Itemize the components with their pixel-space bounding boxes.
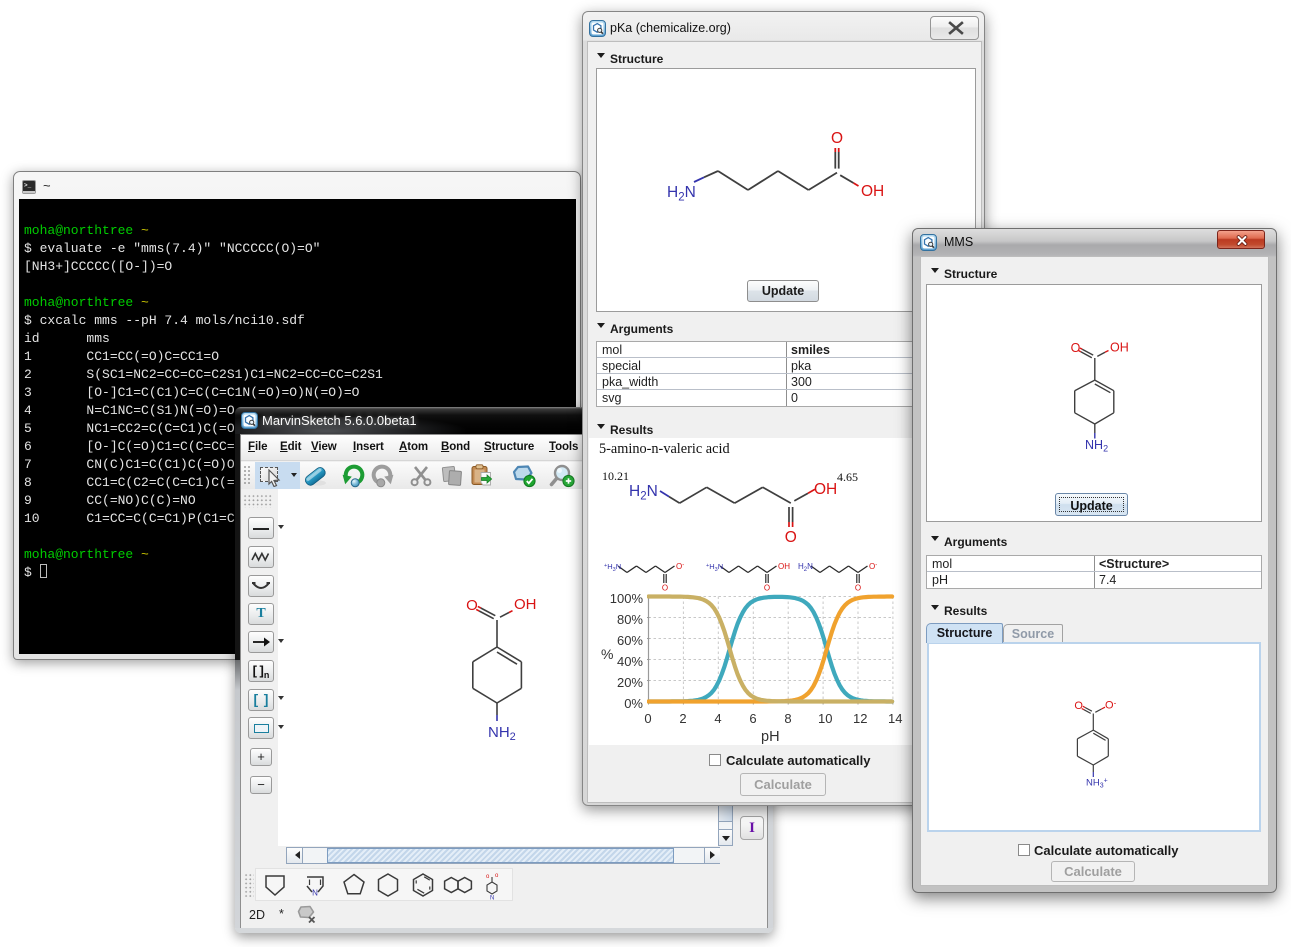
svg-text:N: N [490, 896, 494, 901]
svg-text:NH2: NH2 [488, 724, 516, 743]
svg-text:H2N: H2N [629, 483, 658, 503]
svg-text:OH: OH [514, 596, 537, 613]
svg-text:O: O [764, 584, 770, 593]
svg-text:O-: O- [1105, 698, 1117, 711]
svg-text:o: o [486, 874, 490, 880]
svg-text:H2N: H2N [798, 562, 813, 573]
svg-text:O: O [1074, 700, 1083, 712]
svg-text:O: O [831, 130, 843, 147]
svg-text:NH3+: NH3+ [1086, 778, 1108, 790]
svg-text:O: O [662, 584, 668, 593]
svg-text:O: O [466, 597, 478, 614]
svg-text:OH: OH [814, 481, 837, 498]
svg-text:OH: OH [778, 562, 790, 571]
svg-text:OH: OH [1110, 341, 1129, 355]
svg-text:+H3N: +H3N [604, 562, 621, 573]
svg-text:o: o [495, 873, 499, 879]
svg-text:O: O [1071, 341, 1081, 355]
svg-text:O-: O- [869, 562, 877, 571]
svg-text:N: N [312, 889, 318, 898]
svg-text:O-: O- [676, 562, 684, 571]
svg-text:OH: OH [861, 183, 884, 200]
svg-text:NH2: NH2 [1085, 438, 1108, 454]
svg-text:O: O [785, 529, 797, 546]
svg-text:H2N: H2N [667, 184, 696, 204]
svg-text:+H3N: +H3N [706, 562, 723, 573]
svg-text:O: O [855, 584, 861, 593]
